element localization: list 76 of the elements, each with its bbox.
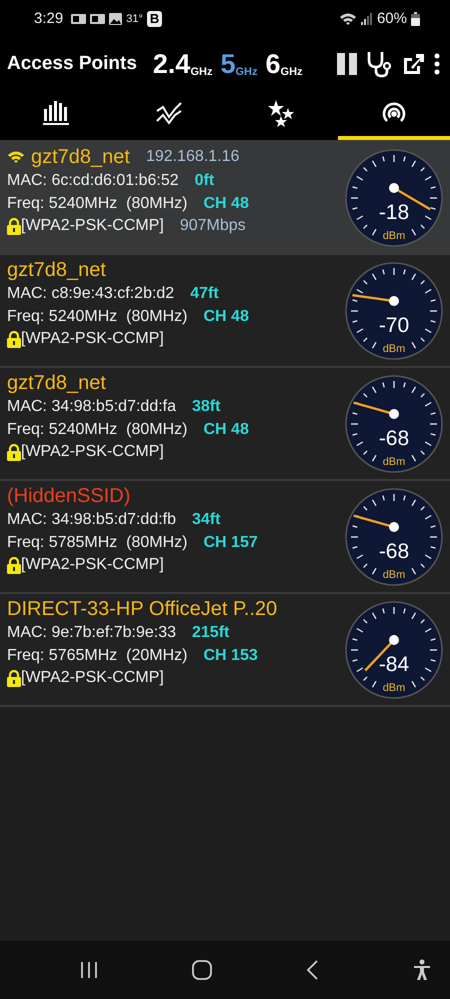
recent-apps-icon[interactable] — [80, 960, 98, 980]
channel-text: CH 48 — [204, 194, 249, 214]
network-name: gzt7d8_net — [7, 258, 106, 283]
accessibility-icon[interactable] — [412, 959, 432, 981]
band-toggle[interactable]: 2.4$_{GHz}$ — [152, 50, 212, 78]
channel-text: CH 48 — [204, 306, 249, 327]
gauge-needle — [353, 401, 399, 419]
temperature-text: 31° — [126, 12, 143, 27]
mac-address: MAC: 9e:7b:ef:7b:9e:33 — [7, 623, 176, 643]
frequency-text: Freq: 5785MHz (80MHz) — [7, 532, 188, 553]
unit-label: dBm — [382, 230, 406, 242]
gauge-needle — [353, 514, 399, 532]
unit-label: dBm — [382, 343, 406, 355]
link-speed: 907Mbps — [180, 216, 246, 236]
network-name: (HiddenSSID) — [7, 484, 130, 509]
mac-address: MAC: c8:9e:43:cf:2b:d2 — [7, 284, 174, 304]
distance-text: 0ft — [194, 171, 214, 191]
lock-icon — [7, 444, 21, 461]
channel-text: CH 153 — [204, 646, 258, 666]
notification-badge: B — [146, 11, 162, 27]
band-toggle[interactable]: 6$_{GHz}$ — [265, 50, 303, 78]
channel-text: CH 157 — [204, 532, 258, 553]
network-name: gzt7d8_net — [31, 145, 130, 170]
frequency-text: Freq: 5240MHz (80MHz) — [7, 194, 188, 214]
network-name: gzt7d8_net — [7, 371, 106, 396]
lock-icon — [7, 670, 21, 687]
distance-text: 215ft — [192, 623, 230, 643]
image-icon — [109, 13, 122, 25]
signal-reading: -68 — [378, 540, 410, 563]
network-name: DIRECT-33-HP OfficeJet P..20 — [7, 597, 278, 622]
bar-chart-icon — [42, 99, 70, 127]
pause-icon[interactable] — [336, 52, 358, 76]
signal-reading: -18 — [378, 201, 410, 224]
share-icon[interactable] — [402, 52, 426, 76]
wifi-icon — [7, 150, 25, 164]
network-row[interactable]: gzt7d8_net 192.168.1.16 MAC: 6c:cd:d6:01:b6:52 0ft Freq: 5240MHz (80MHz) CH 48 [WPA2-PSK-CCMP] 907Mbps -18 dBm — [0, 142, 450, 255]
message-icon — [71, 13, 86, 25]
security-text: [WPA2-PSK-CCMP] — [21, 555, 164, 576]
distance-text: 38ft — [192, 397, 220, 417]
signal-reading: -68 — [378, 427, 410, 450]
unit-label: dBm — [382, 682, 406, 694]
home-icon[interactable] — [190, 959, 213, 981]
distance-text: 47ft — [190, 284, 219, 304]
battery-icon — [411, 12, 420, 26]
lock-icon — [7, 330, 21, 348]
frequency-text: Freq: 5240MHz (80MHz) — [7, 306, 188, 327]
clock-time: 3:29 — [34, 8, 64, 29]
frequency-text: Freq: 5765MHz (20MHz) — [7, 646, 188, 666]
unit-label: dBm — [382, 569, 406, 581]
mac-address: MAC: 34:98:b5:d7:dd:fa — [7, 397, 176, 417]
back-icon[interactable] — [305, 959, 320, 981]
stethoscope-icon[interactable] — [366, 50, 394, 78]
message-icon — [90, 13, 106, 25]
mac-address: MAC: 6c:cd:d6:01:b6:52 — [7, 171, 179, 191]
channel-text: CH 48 — [204, 420, 249, 440]
security-text: [WPA2-PSK-CCMP] — [21, 668, 164, 688]
lock-icon — [7, 556, 21, 574]
frequency-text: Freq: 5240MHz (80MHz) — [7, 420, 188, 440]
stars-icon — [267, 99, 296, 127]
signal-icon — [360, 13, 373, 25]
gauge-needle — [352, 294, 399, 306]
wifi-icon — [338, 12, 357, 26]
security-text: [WPA2-PSK-CCMP] — [21, 216, 164, 236]
security-text: [WPA2-PSK-CCMP] — [21, 442, 164, 462]
more-icon[interactable] — [434, 52, 440, 76]
lock-icon — [7, 218, 21, 235]
distance-text: 34ft — [192, 510, 220, 530]
signal-reading: -70 — [378, 314, 410, 337]
ip-address: 192.168.1.16 — [146, 146, 240, 167]
mac-address: MAC: 34:98:b5:d7:dd:fb — [7, 510, 176, 530]
app-title: Access Points — [7, 52, 137, 76]
battery-percent: 60% — [376, 8, 407, 29]
band-toggle[interactable]: 5$_{GHz}$ — [220, 50, 258, 78]
unit-label: dBm — [382, 456, 406, 468]
security-text: [WPA2-PSK-CCMP] — [21, 329, 164, 350]
signal-reading: -84 — [378, 653, 410, 676]
